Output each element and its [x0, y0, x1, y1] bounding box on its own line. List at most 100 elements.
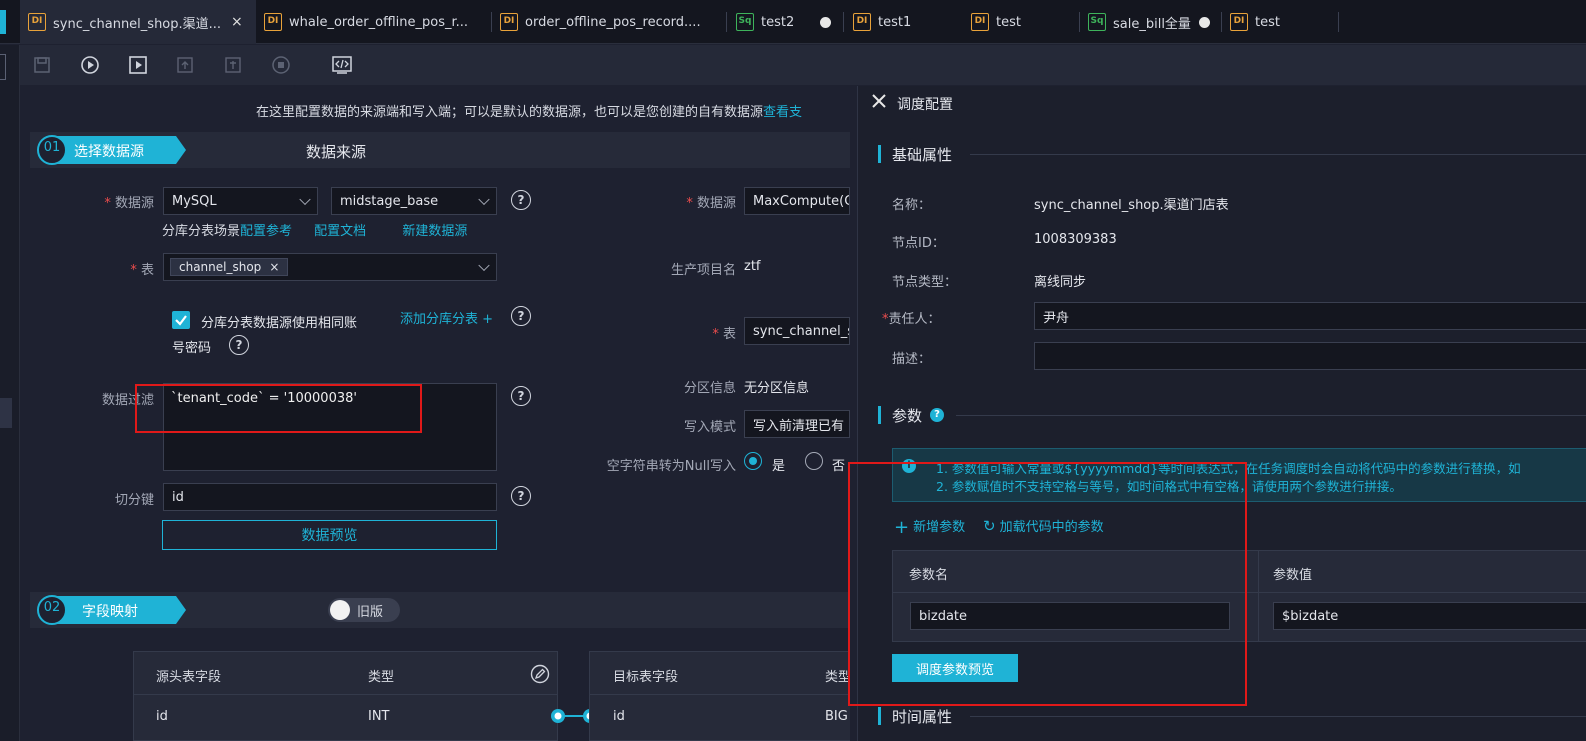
submit-icon[interactable]	[173, 53, 197, 77]
write-mode-select[interactable]: 写入前清理已有	[744, 410, 850, 438]
null-yes-label: 是	[772, 459, 786, 474]
node-type-value: 离线同步	[1034, 275, 1087, 290]
partition-label: 分区信息	[683, 381, 736, 396]
di-icon: DI	[971, 13, 989, 31]
partition-value: 无分区信息	[744, 381, 810, 396]
di-icon: DI	[500, 13, 518, 31]
step2-number: 02	[43, 600, 61, 615]
filter-highlight-box	[135, 384, 422, 433]
same-account-checkbox[interactable]	[172, 311, 190, 329]
tab-divider	[1079, 12, 1080, 32]
same-account-label-2: 号密码	[172, 341, 212, 356]
description-label: 描述：	[892, 352, 932, 367]
tab-test2[interactable]: Sq test2	[736, 0, 836, 44]
help-icon[interactable]: ?	[511, 486, 531, 506]
tab-test[interactable]: DI test	[971, 0, 1071, 44]
section-line	[970, 716, 1586, 717]
new-datasource-link[interactable]: 新建数据源	[402, 224, 467, 239]
section-line	[970, 154, 1586, 155]
params-help-icon[interactable]: ?	[930, 408, 944, 422]
data-preview-button[interactable]: 数据预览	[162, 520, 497, 550]
tab-order-offline[interactable]: DI order_offline_pos_record....	[500, 0, 720, 44]
code-editor-icon[interactable]	[330, 53, 354, 77]
deploy-icon[interactable]	[221, 53, 245, 77]
tab-whale-order[interactable]: DI whale_order_offline_pos_r...	[264, 0, 489, 44]
split-key-label: 切分键	[114, 493, 154, 508]
tab-divider	[491, 12, 492, 32]
owner-value: 尹舟	[1043, 310, 1070, 326]
table-divider	[133, 694, 558, 695]
tag-close-icon[interactable]: ×	[269, 260, 279, 274]
intro-text: 在这里配置数据的来源端和写入端；可以是默认的数据源，也可以是您创建的自有数据源查…	[256, 101, 856, 120]
unsaved-dot-icon	[1198, 16, 1210, 28]
toggle-label: 旧版	[357, 605, 384, 620]
tab-test1[interactable]: DI test1	[853, 0, 953, 44]
check-icon	[175, 315, 187, 326]
section-bar	[878, 406, 881, 424]
tab-sale-bill[interactable]: Sq sale_bill全量	[1088, 0, 1218, 44]
left-strip	[0, 45, 20, 741]
target-datasource-select[interactable]: MaxCompute(C	[744, 187, 850, 215]
source-type-header: 类型	[368, 670, 395, 685]
schedule-config-panel: 调度配置 基础属性 名称： sync_channel_shop.渠道门店表 节点…	[848, 86, 1586, 741]
target-table-select[interactable]: sync_channel_s	[744, 317, 850, 345]
panel-title: 调度配置	[897, 97, 953, 113]
close-icon[interactable]	[870, 92, 888, 114]
source-datasource-label: * 数据源	[104, 196, 154, 211]
tab-bar-indicator	[0, 10, 6, 34]
source-field-id: id	[156, 709, 168, 724]
null-no-label: 否	[832, 459, 846, 474]
run-with-params-icon[interactable]	[126, 53, 150, 77]
target-datasource-label: * 数据源	[686, 196, 736, 211]
source-table-select[interactable]: channel_shop ×	[163, 253, 497, 281]
source-type-select[interactable]: MySQL	[163, 187, 318, 215]
tab-sync-channel-shop[interactable]: DI sync_channel_shop.渠道... ×	[20, 0, 256, 44]
sq-icon: Sq	[736, 13, 754, 31]
save-icon[interactable]	[30, 53, 54, 77]
step2-label: 字段映射	[82, 604, 138, 620]
null-no-radio[interactable]	[805, 452, 823, 470]
config-reference-link[interactable]: 配置参考	[240, 224, 292, 239]
tab-label: test2	[761, 14, 795, 30]
unsaved-dot-icon	[820, 16, 832, 28]
help-icon[interactable]: ?	[511, 190, 531, 210]
left-strip-marker	[0, 398, 12, 428]
config-doc-link[interactable]: 配置文档	[314, 224, 366, 239]
description-input[interactable]	[1034, 342, 1586, 370]
help-icon[interactable]: ?	[229, 335, 249, 355]
help-icon[interactable]: ?	[511, 386, 531, 406]
add-shard-link[interactable]: 添加分库分表 +	[400, 308, 493, 327]
same-account-label-1: 分库分表数据源使用相同账	[201, 316, 358, 331]
target-field-header: 目标表字段	[613, 670, 679, 685]
source-section-title: 数据来源	[306, 143, 367, 161]
target-type-header: 类型	[825, 670, 850, 685]
name-value: sync_channel_shop.渠道门店表	[1034, 198, 1229, 213]
node-id-label: 节点ID：	[892, 236, 945, 251]
param-value-input[interactable]: $bizdate	[1273, 602, 1586, 630]
table-col-divider	[1258, 550, 1259, 642]
chevron-down-icon	[299, 193, 311, 206]
params-section-title: 参数	[892, 407, 923, 425]
intro-help-link[interactable]: 查看支	[763, 105, 802, 120]
stop-icon[interactable]	[269, 53, 293, 77]
chevron-down-icon	[478, 193, 490, 206]
source-name-select[interactable]: midstage_base	[331, 187, 497, 215]
source-name-value: midstage_base	[340, 193, 439, 209]
close-icon[interactable]: ×	[231, 14, 243, 30]
run-icon[interactable]	[78, 53, 102, 77]
name-label: 名称：	[892, 198, 932, 213]
step1-number: 01	[43, 140, 61, 155]
step1-label: 选择数据源	[74, 144, 144, 160]
tab-test-2[interactable]: DI test	[1230, 0, 1330, 44]
edit-icon[interactable]	[530, 664, 550, 688]
owner-input[interactable]: 尹舟	[1034, 302, 1586, 330]
null-yes-radio[interactable]	[744, 452, 762, 470]
tab-label: whale_order_offline_pos_r...	[289, 14, 469, 30]
help-icon[interactable]: ?	[511, 306, 531, 326]
source-field-header: 源头表字段	[156, 670, 222, 685]
table-tag[interactable]: channel_shop ×	[170, 258, 289, 276]
tab-bar: DI sync_channel_shop.渠道... × DI whale_or…	[0, 0, 1586, 44]
old-version-toggle[interactable]: 旧版	[328, 598, 400, 622]
split-key-input[interactable]: id	[163, 483, 497, 511]
tab-label: sale_bill全量	[1113, 16, 1191, 32]
